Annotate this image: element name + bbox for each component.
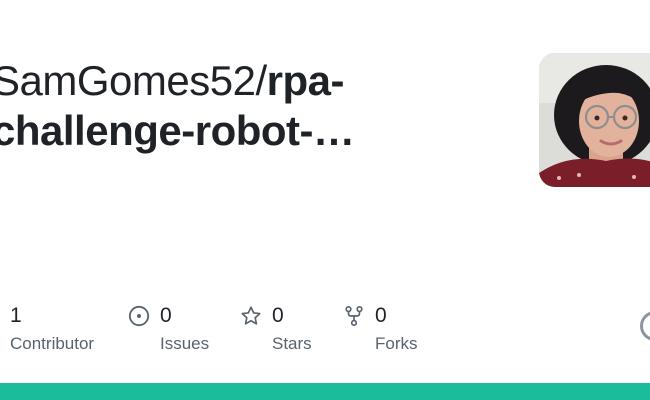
stat-contributors[interactable]: 1 Contributor [10, 302, 94, 354]
stars-label: Stars [272, 334, 312, 353]
repo-forked-icon [343, 305, 365, 327]
accent-bar [0, 383, 650, 400]
repo-owner: SamGomes52/ [0, 57, 267, 104]
repo-stats: 1 Contributor 0 Issues 0 Stars 0 Forks [0, 302, 650, 362]
forks-label: Forks [375, 334, 418, 353]
stat-stars[interactable]: 0 Stars [240, 302, 312, 354]
stat-forks[interactable]: 0 Forks [343, 302, 418, 354]
star-icon [240, 305, 262, 327]
avatar-image [539, 53, 650, 187]
issues-label: Issues [160, 334, 210, 353]
repo-title: SamGomes52/rpa-challenge-robot-… [0, 56, 512, 156]
contributors-count: 1 [10, 304, 22, 327]
avatar [539, 53, 650, 187]
forks-count: 0 [375, 304, 387, 327]
stars-count: 0 [272, 304, 284, 327]
stat-issues[interactable]: 0 Issues [128, 302, 209, 354]
contributors-label: Contributor [10, 334, 95, 353]
issues-count: 0 [160, 304, 172, 327]
issue-opened-icon [128, 305, 150, 327]
